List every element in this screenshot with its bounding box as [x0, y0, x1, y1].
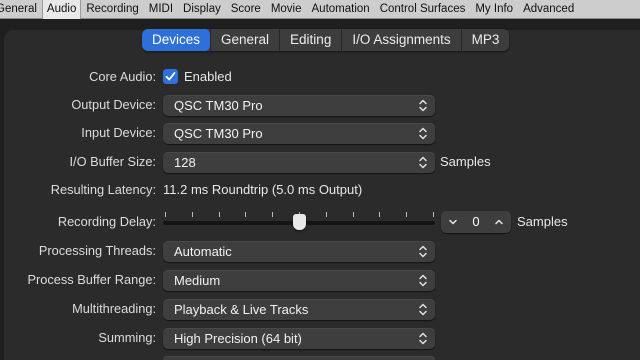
tab-general[interactable]: General [210, 29, 279, 51]
core-audio-enabled-label: Enabled [184, 69, 232, 84]
recording-delay-unit: Samples [517, 214, 568, 229]
category-audio[interactable]: Audio [41, 0, 82, 19]
slider-tick [433, 212, 434, 217]
popup-arrows-icon [419, 274, 427, 287]
slider-tick [245, 212, 246, 217]
core-audio-label: Core Audio: [89, 69, 156, 84]
input-device-label: Input Device: [81, 125, 156, 140]
slider-tick [219, 212, 220, 217]
tab-io-assignments[interactable]: I/O Assignments [341, 29, 460, 51]
process-buffer-range-popup[interactable]: Medium [163, 270, 435, 291]
io-buffer-size-label: I/O Buffer Size: [69, 154, 156, 169]
tab-mp3[interactable]: MP3 [460, 29, 510, 51]
recording-delay-stepper[interactable]: 0 [441, 211, 511, 233]
slider-tick [192, 212, 193, 217]
process-buffer-range-value: Medium [174, 273, 221, 288]
summing-label: Summing: [98, 330, 156, 345]
slider-tick [165, 212, 166, 217]
output-device-popup[interactable]: QSC TM30 Pro [163, 95, 435, 116]
audio-tabs: Devices General Editing I/O Assignments … [142, 29, 510, 51]
process-buffer-range-label: Process Buffer Range: [27, 272, 156, 287]
popup-arrows-icon [419, 156, 427, 169]
processing-threads-value: Automatic [174, 244, 232, 259]
slider-tick [326, 212, 327, 217]
slider-tick [353, 212, 354, 217]
category-score[interactable]: Score [226, 0, 266, 19]
recording-delay-value[interactable]: 0 [461, 211, 491, 233]
summing-value: High Precision (64 bit) [174, 331, 302, 346]
popup-arrows-icon [419, 332, 427, 345]
input-device-value: QSC TM30 Pro [174, 126, 263, 141]
category-general[interactable]: General [0, 0, 42, 19]
input-device-popup[interactable]: QSC TM30 Pro [163, 123, 435, 144]
slider-tick [379, 212, 380, 217]
category-display[interactable]: Display [178, 0, 226, 19]
category-recording[interactable]: Recording [81, 0, 143, 19]
category-movie[interactable]: Movie [266, 0, 307, 19]
resulting-latency-value: 11.2 ms Roundtrip (5.0 ms Output) [163, 182, 363, 197]
checkmark-icon [165, 72, 176, 81]
core-audio-checkbox[interactable] [163, 69, 178, 84]
multithreading-value: Playback & Live Tracks [174, 302, 309, 317]
category-midi[interactable]: MIDI [144, 0, 178, 19]
popup-arrows-icon [419, 99, 427, 112]
tab-devices[interactable]: Devices [142, 29, 211, 51]
output-device-label: Output Device: [71, 97, 156, 112]
recording-delay-slider[interactable] [163, 212, 435, 234]
output-device-value: QSC TM30 Pro [174, 98, 263, 113]
io-buffer-size-popup[interactable]: 128 [163, 152, 435, 173]
tab-editing[interactable]: Editing [279, 29, 341, 51]
summing-popup[interactable]: High Precision (64 bit) [163, 328, 435, 349]
slider-thumb[interactable] [293, 214, 306, 230]
io-buffer-size-value: 128 [174, 155, 196, 170]
slider-tick [406, 212, 407, 217]
resulting-latency-label: Resulting Latency: [50, 182, 156, 197]
category-control-surfaces[interactable]: Control Surfaces [375, 0, 471, 19]
category-automation[interactable]: Automation [307, 0, 375, 19]
processing-threads-label: Processing Threads: [38, 243, 156, 258]
processing-threads-popup[interactable]: Automatic [163, 241, 435, 262]
multithreading-label: Multithreading: [72, 301, 156, 316]
next-setting-popup[interactable] [163, 356, 435, 360]
io-buffer-unit: Samples [440, 154, 491, 169]
category-advanced[interactable]: Advanced [518, 0, 579, 19]
category-my-info[interactable]: My Info [470, 0, 518, 19]
popup-arrows-icon [419, 245, 427, 258]
popup-arrows-icon [419, 127, 427, 140]
multithreading-popup[interactable]: Playback & Live Tracks [163, 299, 435, 320]
preferences-category-bar: General Audio Recording MIDI Display Sco… [0, 0, 640, 19]
popup-arrows-icon [419, 303, 427, 316]
chevron-up-icon[interactable] [491, 211, 507, 233]
slider-tick [272, 212, 273, 217]
recording-delay-label: Recording Delay: [57, 214, 156, 229]
chevron-down-icon[interactable] [445, 211, 461, 233]
